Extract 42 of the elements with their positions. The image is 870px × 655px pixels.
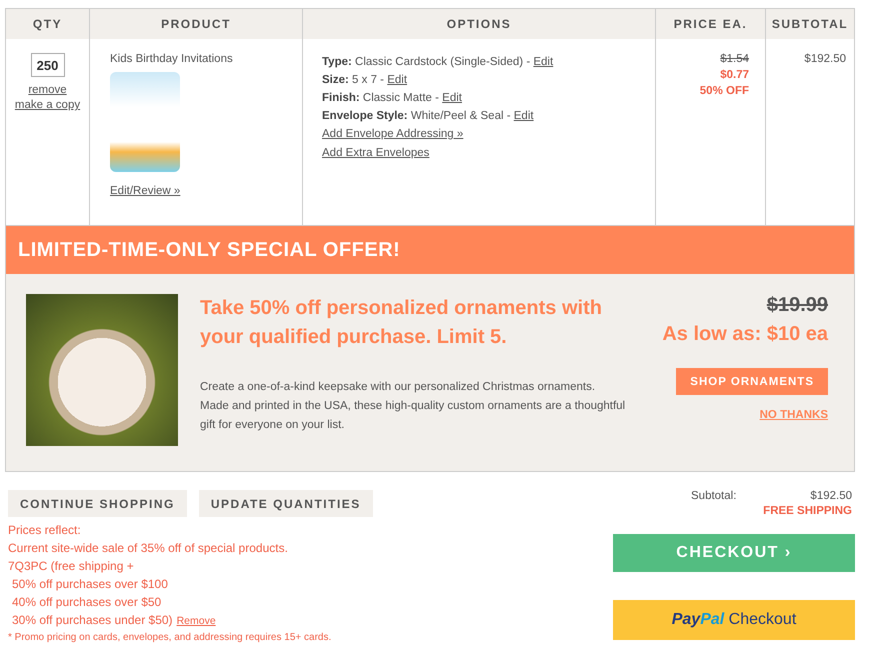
edit-link[interactable]: Edit	[533, 56, 554, 68]
option-line: Finish: Classic Matte - Edit	[322, 91, 462, 106]
column-header: PRICE EA.	[655, 9, 765, 39]
column-header: QTY	[6, 9, 89, 39]
promo-text: 30% off purchases under $50) Remove	[11, 612, 217, 629]
offer-original-price: $19.99	[766, 294, 828, 317]
promo-text: 40% off purchases over $50	[11, 594, 162, 611]
column-header: SUBTOTAL	[765, 9, 854, 39]
option-link[interactable]: Add Extra Envelopes	[322, 147, 430, 159]
edit-review-link[interactable]: Edit/Review »	[110, 185, 180, 197]
edit-link[interactable]: Edit	[514, 110, 534, 122]
edit-link[interactable]: Edit	[387, 74, 408, 86]
quantity-input[interactable]: 250	[30, 53, 64, 77]
promo-text: Prices reflect:	[8, 522, 82, 539]
subtotal-value: $192.50	[810, 490, 852, 502]
column-header: PRODUCT	[89, 9, 302, 39]
line-subtotal: $192.50	[804, 53, 846, 65]
offer-description: Create a one-of-a-kind keepsake with our personalized Christmas ornaments. Made and printed in the USA, these high-quality custom ornaments are a thoughtful gift for everyone on your list.	[200, 380, 626, 433]
shipping-label: FREE SHIPPING	[763, 505, 853, 517]
cart-button[interactable]: UPDATE QUANTITIES	[198, 490, 373, 517]
option-line: Type: Classic Cardstock (Single-Sided) - Edit	[322, 55, 554, 70]
product-name: Kids Birthday Invitations	[110, 53, 233, 65]
column-header: OPTIONS	[302, 9, 655, 39]
discount-label: 50% OFF	[700, 85, 749, 97]
cart-button[interactable]: CONTINUE SHOPPING	[8, 490, 187, 517]
sale-price: $0.77	[720, 69, 749, 81]
action-link[interactable]: make a copy	[14, 99, 80, 111]
paypal-checkout-button[interactable]: PayPal Checkout	[613, 600, 855, 640]
promo-text: Current site-wide sale of 35% off of special products.	[8, 540, 289, 557]
option-link[interactable]: Add Envelope Addressing »	[322, 128, 464, 140]
action-link[interactable]: remove	[28, 84, 67, 96]
original-price: $1.54	[720, 53, 749, 65]
subtotal-label: Subtotal:	[691, 490, 736, 502]
offer-price: As low as: $10 ea	[662, 323, 828, 346]
option-line: Envelope Style: White/Peel & Seal - Edit	[322, 109, 534, 124]
promo-footnote: * Promo pricing on cards, envelopes, and addressing requires 15+ cards.	[8, 632, 332, 643]
option-line: Size: 5 x 7 - Edit	[322, 73, 408, 88]
offer-banner: LIMITED-TIME-ONLY SPECIAL OFFER!	[5, 226, 855, 274]
edit-link[interactable]: Edit	[442, 92, 462, 104]
offer-headline: Take 50% off personalized ornaments with your qualified purchase. Limit 5.	[200, 296, 603, 350]
promo-text: 50% off purchases over $100	[11, 576, 169, 593]
promo-text: 7Q3PC (free shipping +	[8, 558, 135, 575]
